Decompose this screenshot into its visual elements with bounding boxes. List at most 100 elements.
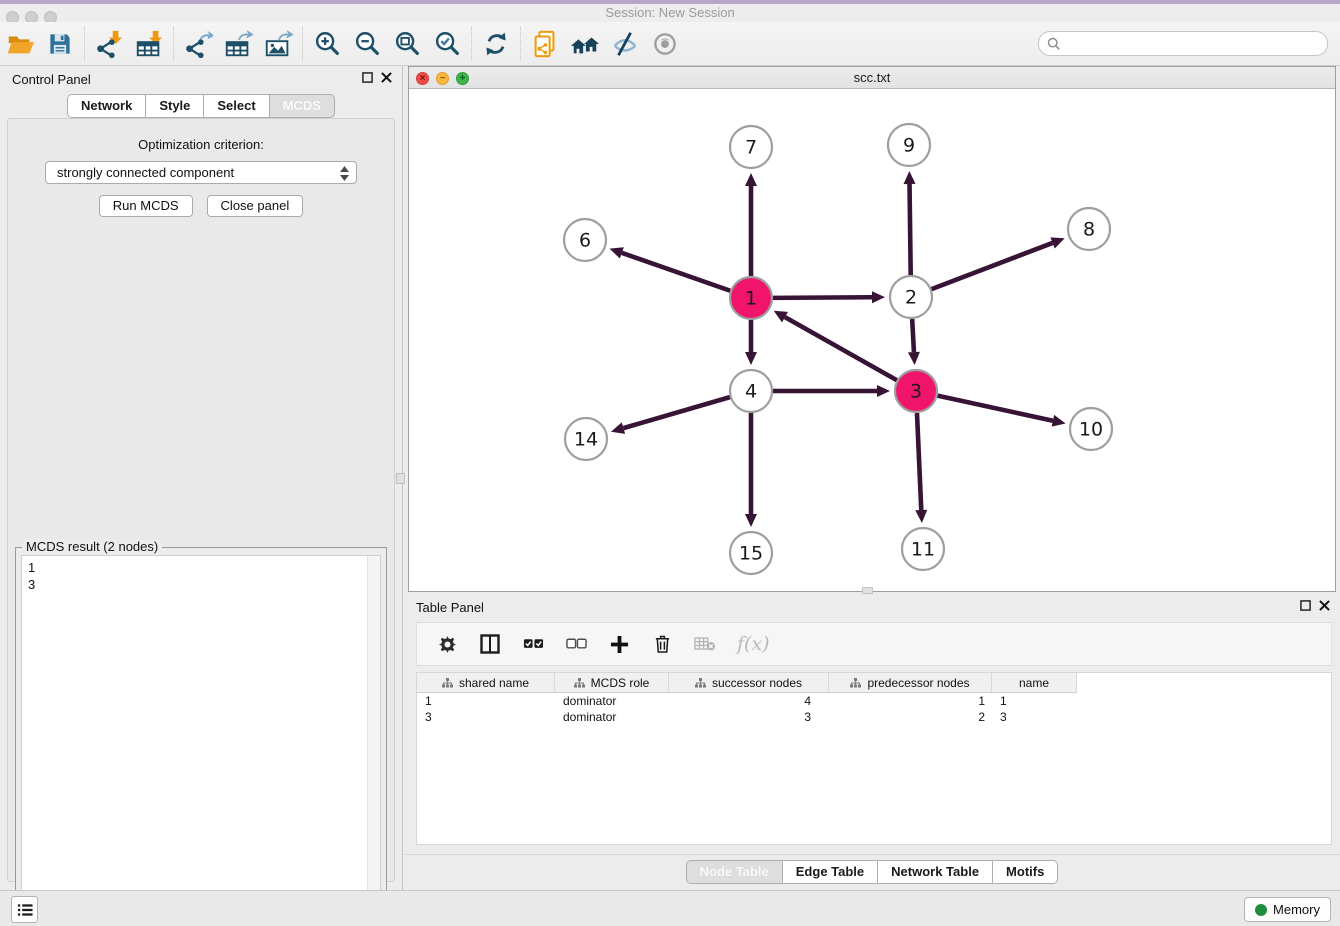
graph-edge[interactable] [745, 320, 757, 365]
table-cell[interactable]: 1 [829, 693, 992, 709]
list-icon [17, 903, 33, 917]
zoom-in-button[interactable] [307, 25, 347, 63]
graph-edge[interactable] [773, 385, 890, 397]
graph-edge[interactable] [915, 413, 927, 523]
table-cell[interactable]: 3 [417, 709, 555, 725]
refresh-icon [482, 30, 510, 58]
search-icon [1047, 37, 1061, 51]
close-table-panel-icon[interactable] [1319, 600, 1330, 611]
graph-node[interactable]: 11 [902, 528, 944, 570]
task-history-button[interactable] [11, 896, 38, 923]
select-all-button[interactable] [522, 633, 544, 655]
graph-edge[interactable] [610, 247, 731, 291]
graph-node[interactable]: 7 [730, 126, 772, 168]
import-table-button[interactable] [129, 25, 169, 63]
memory-button[interactable]: Memory [1244, 897, 1331, 922]
graph-node[interactable]: 1 [730, 277, 772, 319]
graph-edge[interactable] [611, 397, 730, 434]
table-tab-motifs[interactable]: Motifs [993, 860, 1058, 884]
table-options-button[interactable] [436, 633, 458, 655]
zoom-fit-button[interactable] [387, 25, 427, 63]
graph-edge[interactable] [745, 413, 757, 527]
graph-node[interactable]: 4 [730, 370, 772, 412]
table-cell[interactable]: 3 [669, 709, 829, 725]
network-canvas[interactable]: 7 9 6 8 1 2 4 3 14 10 15 11 [409, 89, 1335, 591]
deselect-all-button[interactable] [565, 633, 587, 655]
show-all-button[interactable] [645, 25, 685, 63]
add-column-button[interactable] [608, 633, 630, 655]
graph-node[interactable]: 2 [890, 276, 932, 318]
hide-selected-button[interactable] [605, 25, 645, 63]
criterion-dropdown[interactable]: strongly connected component [45, 161, 357, 184]
graph-node[interactable]: 15 [730, 532, 772, 574]
float-table-panel-icon[interactable] [1300, 600, 1311, 611]
tab-mcds[interactable]: MCDS [270, 94, 335, 118]
table-tab-node-table[interactable]: Node Table [686, 860, 783, 884]
graph-edge[interactable] [773, 291, 885, 303]
table-cell[interactable]: dominator [555, 709, 669, 725]
tab-style[interactable]: Style [146, 94, 204, 118]
eye-slash-icon [610, 29, 640, 59]
close-panel-button[interactable]: Close panel [207, 195, 304, 217]
control-panel-tabs: NetworkStyleSelectMCDS [67, 94, 335, 118]
graph-node[interactable]: 14 [565, 418, 607, 460]
delete-column-button[interactable] [651, 633, 673, 655]
network-window-titlebar[interactable]: × − + scc.txt [409, 67, 1335, 89]
import-network-button[interactable] [89, 25, 129, 63]
open-session-button[interactable] [0, 25, 40, 63]
vertical-split-handle[interactable] [396, 473, 405, 484]
table-tab-network-table[interactable]: Network Table [878, 860, 993, 884]
horizontal-split-handle[interactable] [862, 587, 873, 594]
run-mcds-button[interactable]: Run MCDS [99, 195, 193, 217]
graph-edge[interactable] [937, 396, 1065, 427]
mcds-result-text: 1 3 [22, 556, 380, 596]
export-network-button[interactable] [178, 25, 218, 63]
result-scrollbar[interactable] [367, 556, 380, 920]
search-box[interactable] [1038, 31, 1328, 56]
column-header-MCDS-role[interactable]: MCDS role [555, 673, 669, 693]
table-cell[interactable]: 1 [417, 693, 555, 709]
table-row[interactable]: 1dominator411 [417, 693, 1331, 709]
column-header-successor-nodes[interactable]: successor nodes [669, 673, 829, 693]
export-table-button[interactable] [218, 25, 258, 63]
float-panel-icon[interactable] [362, 72, 373, 83]
column-header-shared-name[interactable]: shared name [417, 673, 555, 693]
apply-layout-button[interactable] [476, 25, 516, 63]
table-cell[interactable]: 1 [992, 693, 1077, 709]
save-session-button[interactable] [40, 25, 80, 63]
clone-network-button[interactable] [525, 25, 565, 63]
table-row[interactable]: 3dominator323 [417, 709, 1331, 725]
tab-select[interactable]: Select [204, 94, 269, 118]
tree-icon [442, 678, 453, 688]
column-header-name[interactable]: name [992, 673, 1077, 693]
first-neighbors-button[interactable] [565, 25, 605, 63]
table-cell[interactable]: 2 [829, 709, 992, 725]
search-input[interactable] [1066, 36, 1327, 51]
table-cell[interactable]: dominator [555, 693, 669, 709]
table-cell[interactable]: 4 [669, 693, 829, 709]
column-layout-button[interactable] [479, 633, 501, 655]
mcds-result-area[interactable]: 1 3 [21, 555, 381, 921]
delete-table-button[interactable] [694, 633, 716, 655]
graph-node[interactable]: 10 [1070, 408, 1112, 450]
svg-text:8: 8 [1083, 219, 1095, 241]
graph-edge[interactable] [774, 311, 897, 380]
graph-node[interactable]: 8 [1068, 208, 1110, 250]
close-panel-icon[interactable] [381, 72, 392, 83]
table-cell[interactable]: 3 [992, 709, 1077, 725]
zoom-out-button[interactable] [347, 25, 387, 63]
graph-node[interactable]: 3 [895, 370, 937, 412]
column-header-predecessor-nodes[interactable]: predecessor nodes [829, 673, 992, 693]
graph-edge[interactable] [904, 171, 916, 275]
zoom-selected-button[interactable] [427, 25, 467, 63]
graph-node[interactable]: 9 [888, 124, 930, 166]
graph-node[interactable]: 6 [564, 219, 606, 261]
columns-icon [480, 634, 500, 654]
export-image-button[interactable] [258, 25, 298, 63]
tab-network[interactable]: Network [67, 94, 146, 118]
graph-edge[interactable] [908, 319, 920, 365]
function-builder-button[interactable]: f(x) [737, 633, 770, 655]
graph-edge[interactable] [745, 173, 757, 276]
graph-edge[interactable] [932, 237, 1065, 289]
table-tab-edge-table[interactable]: Edge Table [783, 860, 878, 884]
